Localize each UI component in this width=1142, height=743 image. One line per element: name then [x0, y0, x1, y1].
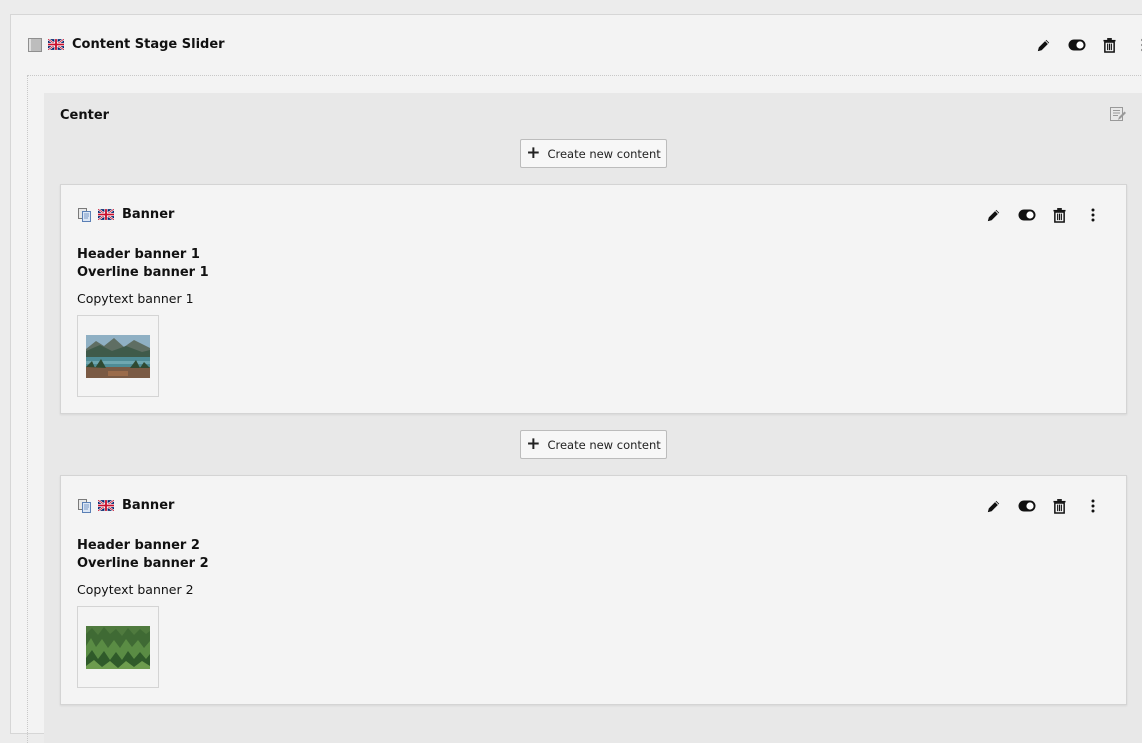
more-vertical-icon: [1091, 208, 1095, 222]
plus-icon: +: [526, 145, 540, 162]
banner-card-1[interactable]: Banner Header banner 1 Overline banner 1: [60, 184, 1127, 414]
column-title: Center: [60, 108, 109, 123]
uk-flag-icon: [98, 500, 114, 511]
card-type-label: Banner: [122, 207, 174, 222]
toggle-visibility-button[interactable]: [1060, 35, 1093, 55]
center-column: Center + Create new content Banner: [44, 93, 1142, 743]
banner-copytext: Copytext banner 2: [77, 582, 194, 597]
card-actions: [977, 205, 1109, 225]
edit-button[interactable]: [977, 205, 1010, 225]
more-vertical-icon: [1091, 499, 1095, 513]
delete-button[interactable]: [1043, 205, 1076, 225]
card-type-label: Banner: [122, 498, 174, 513]
pencil-icon: [986, 208, 1001, 223]
toggle-visibility-button[interactable]: [1010, 205, 1043, 225]
trash-icon: [1053, 499, 1066, 514]
banner-card-2[interactable]: Banner Header banner 2 Overline banner 2: [60, 475, 1127, 705]
uk-flag-icon: [98, 209, 114, 220]
uk-flag-icon: [48, 39, 64, 50]
create-new-content-button[interactable]: + Create new content: [520, 430, 667, 459]
banner-header: Header banner 1: [77, 246, 209, 264]
banner-overline: Overline banner 2: [77, 555, 209, 573]
delete-button[interactable]: [1093, 35, 1126, 55]
delete-button[interactable]: [1043, 496, 1076, 516]
card-actions: [977, 496, 1109, 516]
banner-copytext: Copytext banner 1: [77, 291, 194, 306]
stage-actions: [1027, 35, 1142, 55]
toggle-icon: [1018, 209, 1036, 221]
create-new-content-label: Create new content: [547, 147, 660, 161]
banner-header: Header banner 2: [77, 537, 209, 555]
mountain-lake-thumbnail: [86, 335, 150, 378]
create-new-content-label: Create new content: [547, 438, 660, 452]
toggle-visibility-button[interactable]: [1010, 496, 1043, 516]
image-thumbnail-frame[interactable]: [77, 606, 159, 688]
content-element-icon: [78, 499, 92, 513]
trash-icon: [1053, 208, 1066, 223]
banner-headings: Header banner 1 Overline banner 1: [77, 246, 209, 282]
stage-title: Content Stage Slider: [72, 37, 225, 52]
pencil-icon: [1036, 38, 1051, 53]
banner-headings: Header banner 2 Overline banner 2: [77, 537, 209, 573]
pencil-icon: [986, 499, 1001, 514]
edit-button[interactable]: [977, 496, 1010, 516]
plus-icon: +: [526, 436, 540, 453]
toggle-icon: [1018, 500, 1036, 512]
stage-header: Content Stage Slider: [11, 15, 1142, 75]
more-options-button[interactable]: [1076, 205, 1109, 225]
content-element-icon: [78, 208, 92, 222]
trash-icon: [1103, 38, 1116, 53]
content-type-icon: [28, 38, 42, 52]
create-new-content-button[interactable]: + Create new content: [520, 139, 667, 168]
more-options-button[interactable]: [1076, 496, 1109, 516]
edit-button[interactable]: [1027, 35, 1060, 55]
column-edit-icon[interactable]: [1110, 106, 1126, 122]
image-thumbnail-frame[interactable]: [77, 315, 159, 397]
forest-thumbnail: [86, 626, 150, 669]
content-stage-slider-element: Content Stage Slider Center + Create new…: [10, 14, 1142, 734]
more-options-button[interactable]: [1126, 35, 1142, 55]
banner-overline: Overline banner 1: [77, 264, 209, 282]
toggle-icon: [1068, 39, 1086, 51]
